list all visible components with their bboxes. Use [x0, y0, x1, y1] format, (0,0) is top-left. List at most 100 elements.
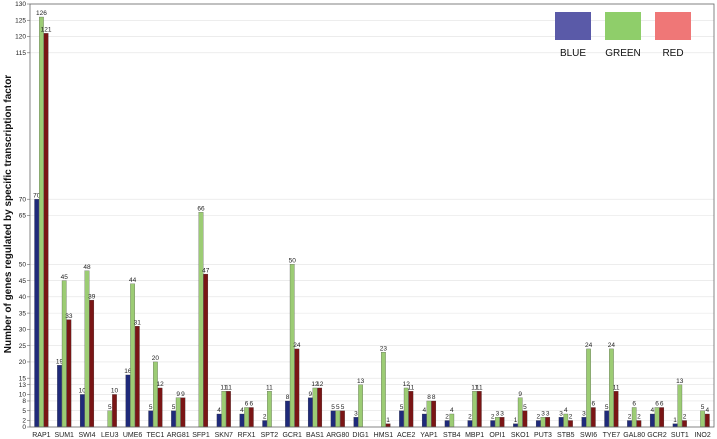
- y-tick-label: 40: [19, 294, 27, 301]
- bar-red-gal80: [636, 420, 642, 428]
- y-tick-label: 130: [15, 1, 26, 8]
- data-label: 2: [491, 414, 495, 421]
- y-tick-label: 45: [19, 278, 27, 285]
- bar-red-sut1: [682, 420, 687, 428]
- bar-green-bas1: [312, 387, 318, 428]
- x-tick-label: SKN7: [215, 432, 233, 439]
- bar-green-ume6: [130, 283, 135, 428]
- data-label: 33: [65, 313, 73, 320]
- data-label: 3: [582, 410, 586, 417]
- bar-red-tye7: [613, 391, 619, 428]
- y-tick-label: 50: [19, 262, 27, 269]
- data-label: 8: [427, 394, 431, 401]
- data-label: 4: [240, 407, 244, 414]
- bar-red-gcr2: [659, 407, 665, 428]
- bar-red-leu3: [112, 394, 117, 428]
- bar-red-sfp1: [203, 273, 209, 428]
- legend: BLUE GREEN RED: [555, 12, 691, 59]
- bar-blue-spt2: [262, 420, 268, 428]
- data-label: 44: [129, 277, 137, 284]
- bar-green-rap1: [39, 16, 44, 428]
- x-tick-label: SUT1: [671, 432, 689, 439]
- x-tick-label: DIG1: [352, 432, 368, 439]
- x-tick-label: GAL80: [623, 432, 645, 439]
- y-tick-label: 13: [19, 382, 27, 389]
- data-label: 24: [585, 342, 593, 349]
- bar-red-rfx1: [248, 407, 254, 428]
- bar-blue-opi1: [490, 420, 496, 428]
- data-label: 6: [591, 401, 595, 408]
- bar-green-yap1: [426, 400, 432, 428]
- legend-label-red: RED: [662, 48, 683, 59]
- bar-green-stb4: [449, 413, 455, 428]
- bar-blue-swi6: [581, 417, 587, 428]
- data-label: 1: [673, 417, 677, 424]
- data-label: 4: [422, 407, 426, 414]
- bar-blue-skn7: [216, 413, 222, 428]
- bar-red-gcr1: [294, 348, 300, 428]
- x-tick-label: SWI4: [78, 432, 95, 439]
- x-tick-label: BAS1: [306, 432, 324, 439]
- bar-blue-rap1: [34, 199, 40, 428]
- x-tick-label: ARG81: [167, 432, 190, 439]
- bar-red-sko1: [522, 410, 528, 428]
- data-label: 3: [541, 410, 545, 417]
- data-label: 8: [432, 394, 436, 401]
- bar-blue-sum1: [57, 365, 62, 428]
- data-label: 13: [676, 378, 684, 385]
- bar-red-rap1: [43, 33, 49, 428]
- x-tick-label: SFP1: [192, 432, 210, 439]
- data-label: 5: [605, 404, 609, 411]
- bar-red-tec1: [157, 387, 163, 428]
- data-label: 66: [197, 205, 205, 212]
- bar-blue-arg81: [171, 410, 176, 428]
- y-tick-label: 8: [22, 398, 26, 405]
- x-tick-label: HMS1: [374, 432, 394, 439]
- data-label: 12: [156, 381, 164, 388]
- data-label: 2: [468, 414, 472, 421]
- y-tick-label: 15: [19, 375, 27, 382]
- bar-blue-sko1: [513, 423, 518, 428]
- bar-red-put3: [545, 417, 551, 428]
- x-tick-label: STB4: [443, 432, 461, 439]
- bar-blue-tec1: [148, 410, 154, 428]
- data-label: 48: [83, 264, 91, 271]
- x-tick-label: UME6: [123, 432, 143, 439]
- x-tick-label: PUT3: [534, 432, 552, 439]
- x-tick-label: ACE2: [397, 432, 415, 439]
- data-label: 50: [289, 258, 297, 265]
- bar-green-arg81: [175, 397, 181, 428]
- bar-green-hms1: [381, 352, 386, 428]
- data-label: 6: [632, 401, 636, 408]
- data-label: 2: [683, 414, 687, 421]
- data-label: 11: [408, 384, 415, 391]
- bar-green-arg80: [335, 410, 341, 428]
- data-label: 5: [149, 404, 153, 411]
- bar-green-sut1: [677, 384, 683, 428]
- bars: 701261211945331048395101644315201259 9664…: [33, 10, 710, 428]
- y-axis-label: Number of genes regulated by specific tr…: [3, 75, 14, 354]
- bar-red-ace2: [408, 391, 414, 428]
- x-tick-label: MBP1: [465, 432, 484, 439]
- bar-green-sum1: [61, 280, 67, 428]
- y-tick-label: 125: [15, 17, 26, 24]
- bar-blue-ume6: [125, 374, 131, 428]
- bar-red-hms1: [385, 423, 391, 428]
- legend-swatch-green: [605, 12, 641, 40]
- bar-blue-dig1: [353, 417, 359, 428]
- bar-blue-sut1: [672, 423, 678, 428]
- bar-blue-stb5: [558, 417, 564, 428]
- bar-blue-arg80: [330, 410, 336, 428]
- bar-blue-gal80: [627, 420, 632, 428]
- bar-green-opi1: [495, 417, 500, 428]
- bar-red-stb5: [568, 420, 573, 428]
- data-label: 4: [217, 407, 221, 414]
- bar-green-gcr2: [654, 407, 660, 428]
- y-tick-label: 0: [22, 424, 26, 431]
- bar-blue-stb4: [444, 420, 450, 428]
- bar-green-stb5: [563, 413, 569, 428]
- y-tick-label: 115: [16, 50, 27, 57]
- data-label: 3: [559, 410, 563, 417]
- bar-blue-swi4: [79, 394, 85, 428]
- data-label: 4: [564, 407, 568, 414]
